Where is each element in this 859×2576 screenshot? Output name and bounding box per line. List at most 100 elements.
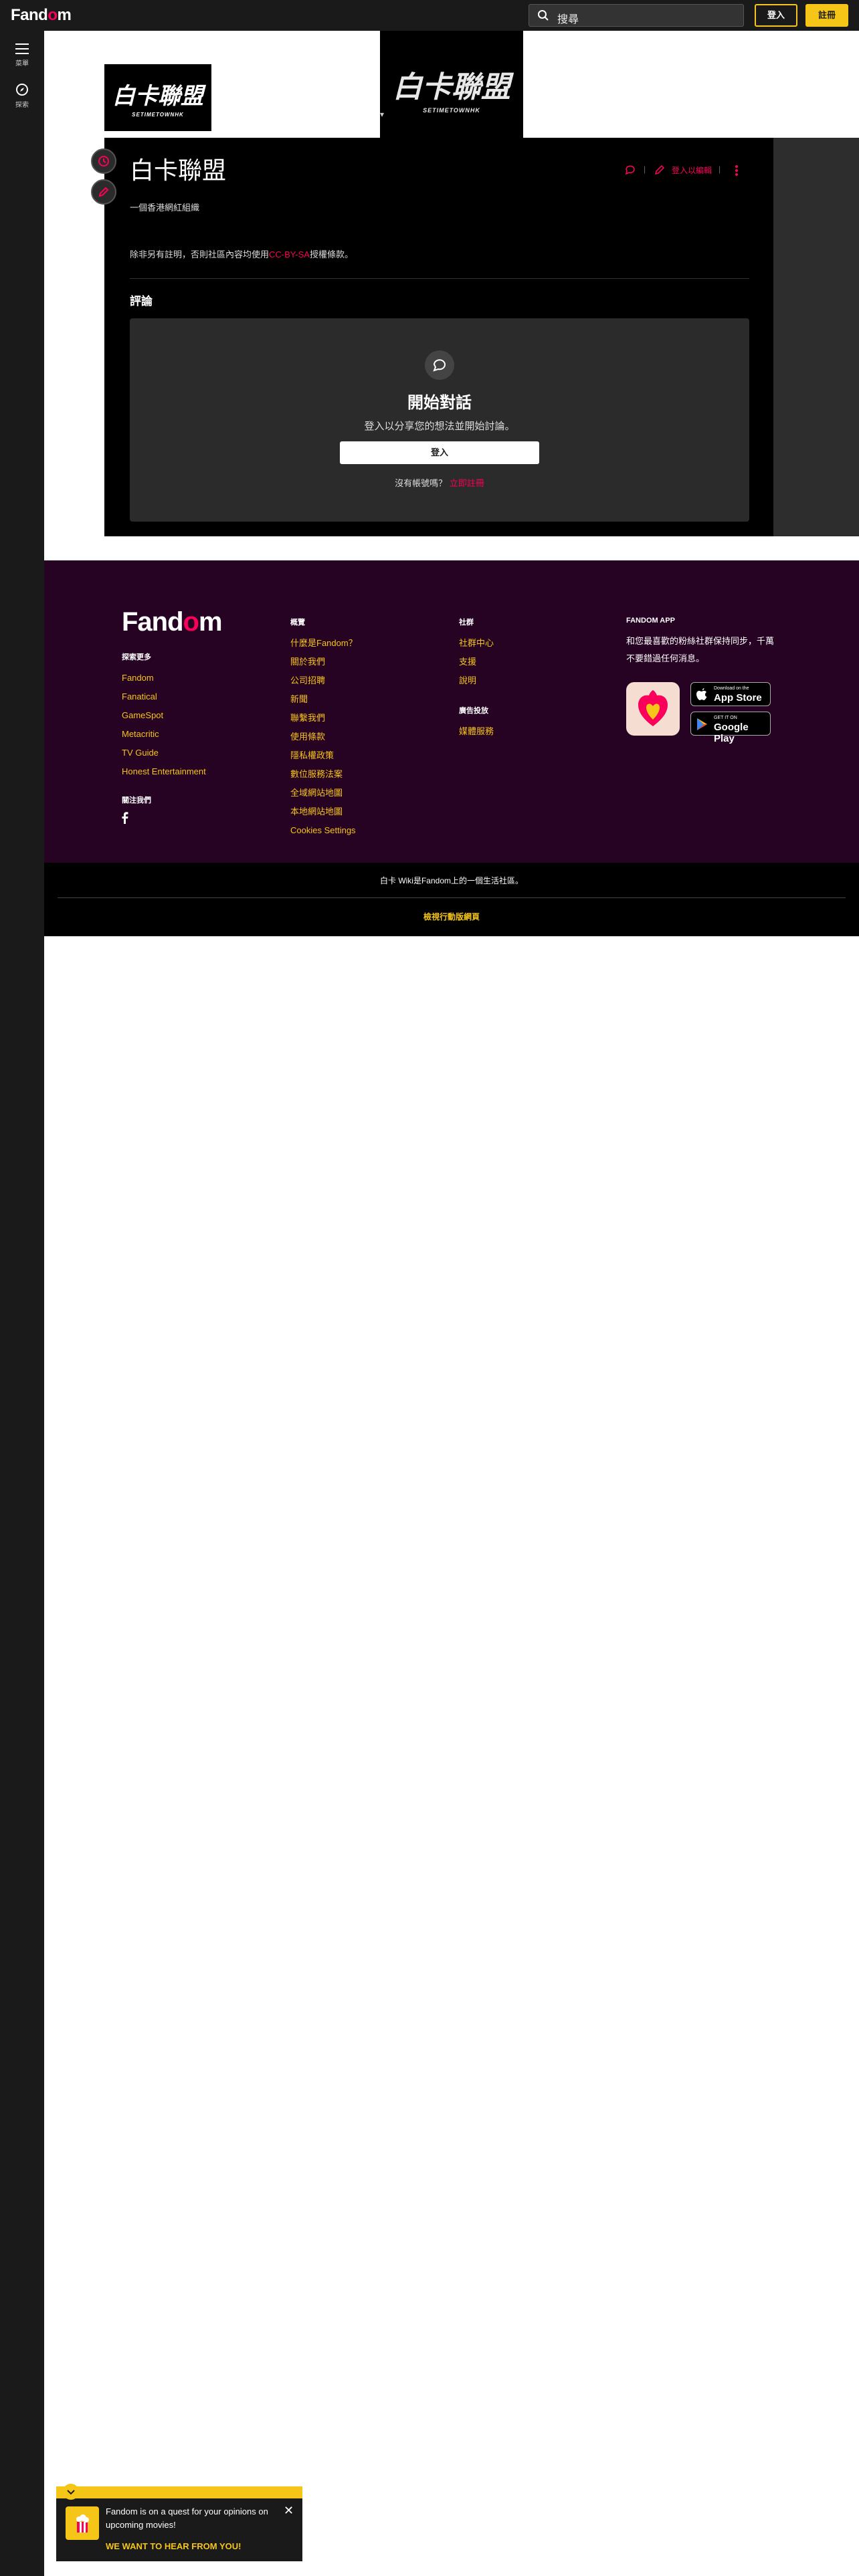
no-account-text: 沒有帳號嗎？ — [395, 478, 448, 488]
comments-heading: 評論 — [130, 295, 153, 308]
comments-register: 沒有帳號嗎？ 立即註冊 — [130, 476, 749, 489]
facebook-icon[interactable] — [122, 812, 128, 824]
footer-link[interactable]: 使用條款 — [290, 728, 357, 746]
footer-link[interactable]: GameSpot — [122, 706, 206, 725]
collapse-toggle[interactable] — [63, 2484, 79, 2500]
right-rail — [773, 138, 859, 536]
footer-community-heading: 社群 — [459, 619, 474, 627]
footer-link[interactable]: 全域網站地圖 — [290, 784, 357, 802]
footer-link[interactable]: Fandom — [122, 669, 206, 687]
page-title: 白卡聯盟 — [130, 156, 227, 184]
menu-icon — [15, 43, 29, 54]
fandom-logo[interactable]: Fandom — [11, 6, 72, 25]
app-heading: FANDOM APP — [626, 617, 675, 625]
appstore-big: App Store — [714, 692, 762, 704]
page-tools-edit[interactable] — [91, 179, 116, 205]
footer-link[interactable]: 新聞 — [290, 690, 357, 709]
comments-signin-button[interactable]: 登入 — [340, 441, 539, 464]
footer-follow-heading: 關注我們 — [122, 796, 151, 804]
footer-explore: 探索更多 Fandom Fanatical GameSpot Metacriti… — [122, 651, 206, 812]
popcorn-icon — [76, 2514, 89, 2533]
toast-cta[interactable]: WE WANT TO HEAR FROM YOU! — [106, 2541, 241, 2551]
page-description: 一個香港網紅組織 — [130, 203, 200, 213]
wiki-logo-sub: SETIMETOWNHK — [132, 112, 184, 118]
search-label: 搜尋 — [557, 14, 579, 25]
bubble-badge — [425, 350, 454, 380]
rail-menu-label: 菜單 — [15, 60, 29, 68]
chevron-down-icon: ▾ — [380, 110, 385, 119]
register-link[interactable]: 立即註冊 — [450, 478, 484, 488]
heart-flame-icon — [638, 690, 668, 726]
googleplay-big: Google Play — [714, 722, 749, 744]
footer-link[interactable]: 本地網站地圖 — [290, 802, 357, 821]
rail-explore-label: 探索 — [15, 102, 29, 109]
fandom-app-icon[interactable] — [626, 682, 680, 736]
wiki-wordmark[interactable]: 白卡聯盟 SETIMETOWNHK ▾ — [380, 31, 523, 138]
footer-logo[interactable]: Fandom — [122, 607, 223, 637]
comment-icon — [433, 359, 446, 372]
rail-menu[interactable]: 菜單 — [0, 43, 44, 68]
license-prefix: 除非另有註明，否則社區內容均使用 — [130, 249, 270, 259]
footer-link[interactable]: Fanatical — [122, 687, 206, 706]
survey-toast[interactable]: Fandom is on a quest for your opinions o… — [56, 2484, 302, 2561]
footer-link[interactable]: Cookies Settings — [290, 821, 357, 840]
global-rail: 菜單 探索 — [0, 31, 44, 2576]
signin-button[interactable]: 登入 — [755, 4, 797, 27]
footer-link[interactable]: 媒體服務 — [459, 722, 494, 741]
community-notice: 白卡 Wiki是Fandom上的一個生活社區。 — [379, 876, 523, 885]
history-icon — [98, 156, 109, 167]
wiki-logo[interactable]: 白卡聯盟 SETIMETOWNHK — [104, 64, 211, 131]
wiki-logo-text: 白卡聯盟 — [112, 84, 203, 109]
googleplay-button[interactable]: GET IT ON Google Play — [690, 712, 771, 744]
footer-link[interactable]: 支援 — [459, 653, 494, 671]
footer-explore-heading: 探索更多 — [122, 653, 151, 661]
license-link[interactable]: CC-BY-SA — [269, 249, 310, 259]
footer-link[interactable]: 社群中心 — [459, 634, 494, 653]
footer-app: FANDOM APP 和您最喜歡的粉絲社群保持同步，千萬不要錯過任何消息。 Do… — [626, 617, 800, 764]
footer-link[interactable]: 說明 — [459, 671, 494, 690]
divider — [130, 278, 749, 279]
comment-icon[interactable] — [625, 165, 636, 175]
page-actions: | 登入以編輯 | — [625, 163, 745, 179]
toast-message: Fandom is on a quest for your opinions o… — [106, 2506, 268, 2530]
chevron-down-icon — [67, 2490, 75, 2495]
footer-link[interactable]: 數位服務法案 — [290, 765, 357, 784]
footer-overview-heading: 概覽 — [290, 619, 305, 627]
separator: | — [719, 165, 721, 174]
more-options-icon[interactable] — [735, 165, 739, 177]
app-description: 和您最喜歡的粉絲社群保持同步，千萬不要錯過任何消息。 — [626, 636, 775, 663]
divider — [58, 897, 846, 898]
wiki-wordmark-text: 白卡聯盟 — [393, 71, 510, 104]
page-tools-history[interactable] — [91, 148, 116, 174]
register-button[interactable]: 註冊 — [805, 4, 848, 27]
footer-link[interactable]: 什麼是Fandom？ — [290, 634, 357, 653]
close-icon[interactable]: ✕ — [284, 2504, 294, 2518]
rail-explore[interactable]: 探索 — [0, 83, 44, 109]
footer-link[interactable]: 公司招聘 — [290, 671, 357, 690]
footer-link[interactable]: 隱私權政策 — [290, 746, 357, 765]
search-box[interactable]: 搜尋 — [529, 4, 744, 27]
footer-link[interactable]: Metacritic — [122, 725, 206, 744]
comments-title: 開始對話 — [407, 394, 472, 412]
footer-link[interactable]: Honest Entertainment — [122, 762, 206, 781]
googleplay-small: GET IT ON — [714, 716, 737, 720]
appstore-button[interactable]: Download on the App Store — [690, 682, 771, 706]
mobile-view-link[interactable]: 檢視行動版網頁 — [44, 911, 859, 922]
appstore-small: Download on the — [714, 686, 749, 691]
pencil-icon[interactable] — [654, 165, 665, 175]
edit-button[interactable]: 登入以編輯 — [672, 165, 712, 176]
search-icon — [538, 10, 549, 21]
global-navigation: Fandom 搜尋 登入 註冊 — [0, 0, 859, 31]
footer-bottom: 白卡 Wiki是Fandom上的一個生活社區。 檢視行動版網頁 — [44, 863, 859, 936]
license-suffix: 授權條款。 — [309, 249, 353, 259]
apple-icon — [696, 688, 707, 700]
global-footer: Fandom 探索更多 Fandom Fanatical GameSpot Me… — [44, 560, 859, 863]
footer-link[interactable]: 聯繫我們 — [290, 709, 357, 728]
separator: | — [644, 165, 646, 174]
footer-link[interactable]: 關於我們 — [290, 653, 357, 671]
wiki-wordmark-sub: SETIMETOWNHK — [423, 107, 480, 114]
footer-link[interactable]: TV Guide — [122, 744, 206, 762]
footer-overview: 概覽 什麼是Fandom？ 關於我們 公司招聘 新聞 聯繫我們 使用條款 隱私權… — [290, 617, 357, 840]
comments-subtitle: 登入以分享您的想法並開始討論。 — [364, 421, 515, 432]
community-header: 白卡聯盟 SETIMETOWNHK 白卡聯盟 SETIMETOWNHK ▾ — [44, 31, 859, 138]
